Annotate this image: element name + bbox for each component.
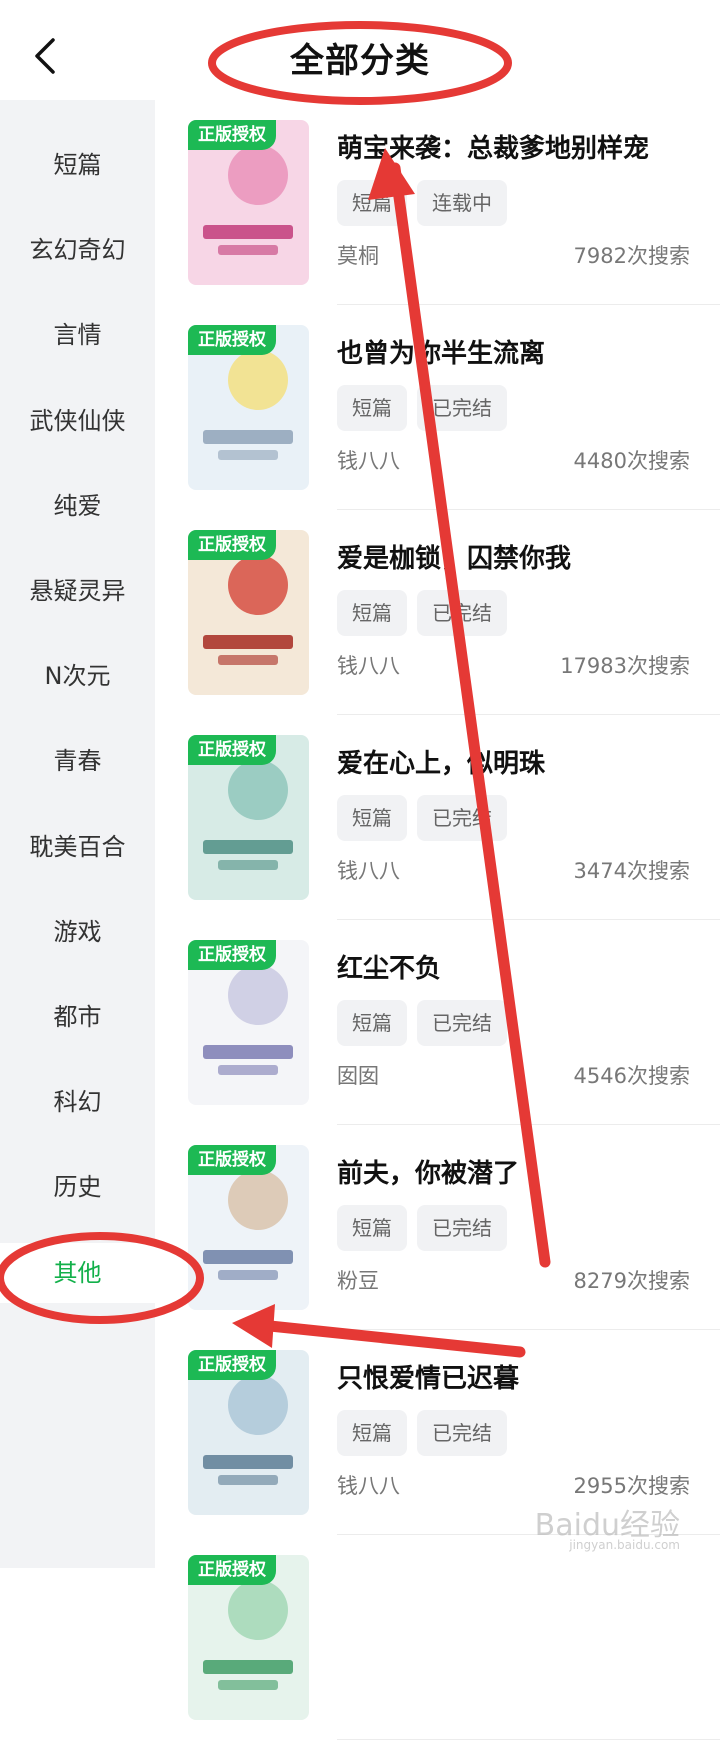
book-item[interactable]: 正版授权	[155, 1535, 720, 1740]
license-badge: 正版授权	[188, 325, 276, 355]
book-tag: 短篇	[337, 1410, 407, 1456]
sidebar-item[interactable]: 玄幻奇幻	[0, 220, 155, 280]
book-tag: 短篇	[337, 590, 407, 636]
tag-group: 短篇 已完结	[337, 1000, 507, 1046]
book-tag: 短篇	[337, 180, 407, 226]
tag-group: 短篇 已完结	[337, 1410, 507, 1456]
search-count: 2955次搜索	[573, 1474, 690, 1498]
watermark-url: jingyan.baidu.com	[569, 1538, 680, 1552]
book-tag: 短篇	[337, 795, 407, 841]
book-tag: 短篇	[337, 385, 407, 431]
book-cover[interactable]: 正版授权	[188, 1350, 309, 1515]
search-count: 4480次搜索	[573, 449, 690, 473]
book-tag: 已完结	[417, 385, 507, 431]
book-title[interactable]: 爱是枷锁，囚禁你我	[337, 538, 571, 575]
book-author: 囡囡	[337, 1064, 379, 1088]
sidebar-item[interactable]: 纯爱	[0, 476, 155, 536]
book-item[interactable]: 正版授权 爱在心上，似明珠 短篇 已完结 钱八八 3474次搜索	[155, 715, 720, 920]
book-title[interactable]: 爱在心上，似明珠	[337, 743, 545, 780]
license-badge: 正版授权	[188, 735, 276, 765]
sidebar-item[interactable]: 游戏	[0, 902, 155, 962]
book-item[interactable]: 正版授权 也曾为你半生流离 短篇 已完结 钱八八 4480次搜索	[155, 305, 720, 510]
tag-group: 短篇 连载中	[337, 180, 507, 226]
book-cover[interactable]: 正版授权	[188, 1145, 309, 1310]
search-count: 7982次搜索	[573, 244, 690, 268]
book-tag: 已完结	[417, 1205, 507, 1251]
search-count: 4546次搜索	[573, 1064, 690, 1088]
search-count: 8279次搜索	[573, 1269, 690, 1293]
book-item[interactable]: 正版授权 前夫，你被潜了短篇 已完结粉豆 8279次搜索	[155, 1125, 720, 1330]
book-author: 莫桐	[337, 244, 379, 268]
license-badge: 正版授权	[188, 1555, 276, 1585]
book-tag: 短篇	[337, 1205, 407, 1251]
tag-group: 短篇 已完结	[337, 1205, 507, 1251]
license-badge: 正版授权	[188, 530, 276, 560]
book-title[interactable]: 前夫，你被潜了	[337, 1153, 519, 1190]
book-title[interactable]: 红尘不负	[337, 948, 441, 985]
book-item[interactable]: 正版授权 萌宝来袭：总裁爹地别样宠短篇 连载中莫桐 7982次搜索	[155, 100, 720, 305]
page-title: 全部分类	[290, 41, 430, 81]
header: 全部分类	[0, 0, 720, 100]
book-author: 钱八八	[337, 1474, 400, 1498]
book-cover[interactable]: 正版授权	[188, 530, 309, 695]
tag-group: 短篇 已完结	[337, 590, 507, 636]
sidebar-item[interactable]: 言情	[0, 305, 155, 365]
book-tag: 已完结	[417, 1000, 507, 1046]
license-badge: 正版授权	[188, 1145, 276, 1175]
book-author: 钱八八	[337, 449, 400, 473]
book-cover[interactable]: 正版授权	[188, 735, 309, 900]
tag-group: 短篇 已完结	[337, 795, 507, 841]
sidebar-item[interactable]: 耽美百合	[0, 817, 155, 877]
book-tag: 已完结	[417, 1410, 507, 1456]
book-item[interactable]: 正版授权 红尘不负短篇 已完结囡囡 4546次搜索	[155, 920, 720, 1125]
sidebar-item[interactable]: 都市	[0, 987, 155, 1047]
sidebar-item[interactable]: 其他	[0, 1242, 155, 1303]
book-title[interactable]: 只恨爱情已迟暮	[337, 1358, 519, 1395]
book-tag: 已完结	[417, 795, 507, 841]
book-tag: 连载中	[417, 180, 507, 226]
sidebar-item[interactable]: 短篇	[0, 135, 155, 195]
sidebar-item[interactable]: N次元	[0, 646, 155, 706]
book-author: 钱八八	[337, 859, 400, 883]
sidebar-item[interactable]: 武侠仙侠	[0, 391, 155, 451]
book-item[interactable]: 正版授权 爱是枷锁，囚禁你我 短篇 已完结 钱八八 17983次搜索	[155, 510, 720, 715]
book-author: 粉豆	[337, 1269, 379, 1293]
tag-group: 短篇 已完结	[337, 385, 507, 431]
sidebar-item[interactable]: 青春	[0, 731, 155, 791]
sidebar-item[interactable]: 历史	[0, 1157, 155, 1217]
search-count: 17983次搜索	[560, 654, 690, 678]
sidebar-item[interactable]: 科幻	[0, 1072, 155, 1132]
book-author: 钱八八	[337, 654, 400, 678]
book-title[interactable]: 也曾为你半生流离	[337, 333, 545, 370]
book-list: 正版授权 萌宝来袭：总裁爹地别样宠 短篇 连载中 莫桐 7982次搜索 正版授权 也曾为你半生…	[155, 100, 720, 1740]
book-cover[interactable]: 正版授权	[188, 940, 309, 1105]
license-badge: 正版授权	[188, 1350, 276, 1380]
license-badge: 正版授权	[188, 940, 276, 970]
search-count: 3474次搜索	[573, 859, 690, 883]
sidebar-item[interactable]: 悬疑灵异	[0, 561, 155, 621]
license-badge: 正版授权	[188, 120, 276, 150]
book-cover[interactable]: 正版授权	[188, 325, 309, 490]
book-tag: 已完结	[417, 590, 507, 636]
book-cover[interactable]: 正版授权	[188, 1555, 309, 1720]
book-title[interactable]: 萌宝来袭：总裁爹地别样宠	[337, 128, 649, 165]
book-tag: 短篇	[337, 1000, 407, 1046]
book-cover[interactable]: 正版授权	[188, 120, 309, 285]
category-sidebar: 短篇玄幻奇幻言情武侠仙侠纯爱悬疑灵异 N次元青春耽美百合游戏都市科幻历史其他	[0, 100, 155, 1568]
